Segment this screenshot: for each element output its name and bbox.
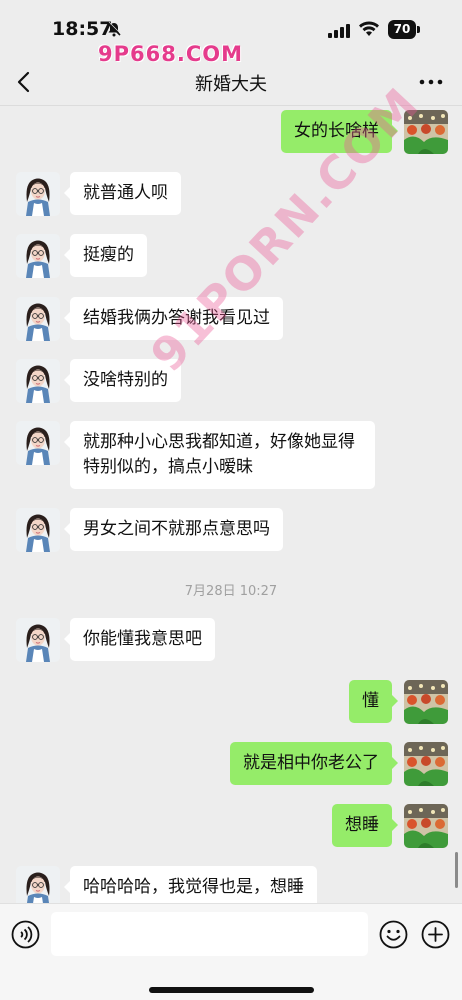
contact-avatar[interactable]	[16, 234, 60, 278]
scrollbar[interactable]	[455, 852, 458, 888]
my-avatar[interactable]	[404, 742, 448, 786]
status-time: 18:57	[52, 18, 113, 40]
contact-avatar[interactable]	[16, 508, 60, 552]
contact-avatar[interactable]	[16, 618, 60, 662]
my-avatar[interactable]	[404, 804, 448, 848]
contact-avatar[interactable]	[16, 421, 60, 465]
home-indicator[interactable]	[149, 987, 314, 993]
my-avatar[interactable]	[404, 680, 448, 724]
message-bubble-outgoing[interactable]: 懂	[349, 680, 398, 723]
wifi-icon	[358, 21, 380, 37]
battery-icon: 70	[388, 20, 420, 39]
message-bubble-incoming[interactable]: 就普通人呗	[64, 172, 181, 215]
message-bubble-incoming[interactable]: 就那种小心思我都知道，好像她显得特别似的，搞点小暧昧	[64, 421, 375, 489]
message-bubble-outgoing[interactable]: 想睡	[332, 804, 398, 847]
message-bubble-outgoing[interactable]: 就是相中你老公了	[230, 742, 398, 785]
voice-icon[interactable]	[11, 920, 40, 949]
message-timestamp: 7月28日 10:27	[184, 584, 278, 599]
message-bubble-incoming[interactable]: 你能懂我意思吧	[64, 618, 215, 661]
message-bubble-incoming[interactable]: 挺瘦的	[64, 234, 147, 277]
contact-avatar[interactable]	[16, 297, 60, 341]
cellular-signal-icon	[328, 23, 352, 38]
more-icon[interactable]	[418, 72, 444, 92]
contact-avatar[interactable]	[16, 359, 60, 403]
input-bar	[0, 903, 462, 1000]
contact-avatar[interactable]	[16, 172, 60, 216]
plus-icon[interactable]	[421, 920, 450, 949]
battery-level: 70	[388, 20, 416, 39]
message-bubble-incoming[interactable]: 男女之间不就那点意思吗	[64, 508, 283, 551]
bell-muted-icon	[106, 21, 122, 37]
emoji-icon[interactable]	[379, 920, 408, 949]
message-input[interactable]	[51, 912, 368, 956]
